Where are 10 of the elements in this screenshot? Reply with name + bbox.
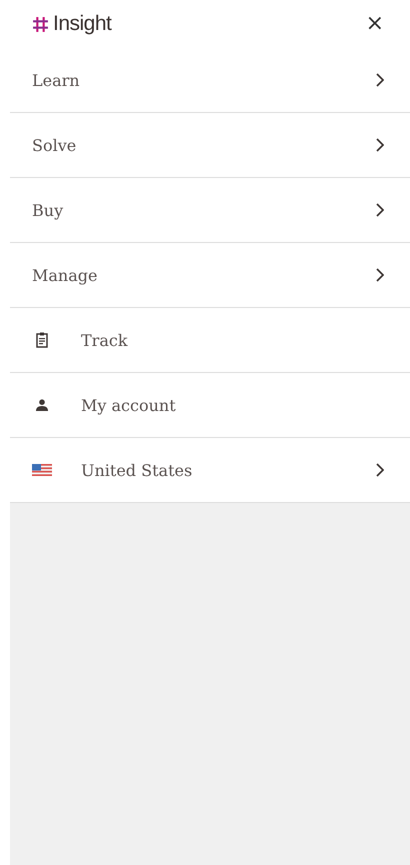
logo-mark-icon [32,16,49,32]
flag-icon [32,464,52,476]
close-button[interactable]: × [366,13,384,35]
menu-item[interactable]: Solve [10,113,410,178]
menu-item[interactable]: Track [10,308,410,373]
logo-text[interactable]: Insight [53,12,112,36]
menu-item[interactable]: Buy [10,178,410,243]
menu-item[interactable]: My account [10,373,410,438]
menu-item[interactable]: Learn [10,48,410,113]
menu-item[interactable]: Manage [10,243,410,308]
